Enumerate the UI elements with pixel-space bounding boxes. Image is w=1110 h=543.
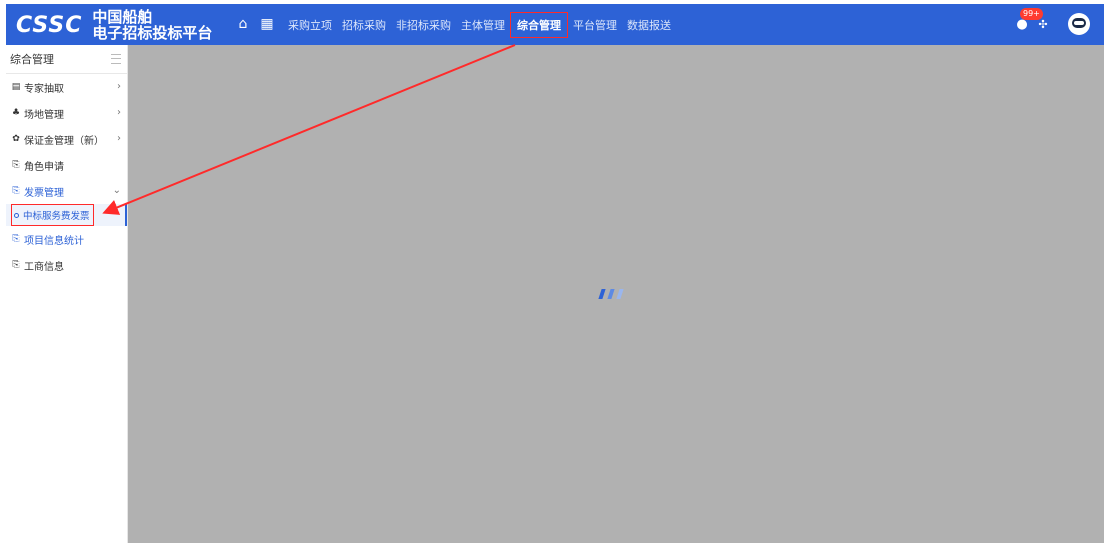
nav-item-comprehensive-management[interactable]: 综合管理 xyxy=(510,11,568,38)
chevron-down-icon: ⌄ xyxy=(112,185,121,196)
chevron-right-icon: › xyxy=(117,81,121,92)
nav-item-platform-management[interactable]: 平台管理 xyxy=(573,17,617,33)
doc-icon: ⎘ xyxy=(12,160,20,170)
spinner-bar-3 xyxy=(616,289,624,299)
logo-title: 中国船舶 电子招标投标平台 xyxy=(92,9,212,41)
cssc-logo-mark: CSSC xyxy=(16,12,83,38)
sidebar-item-project-statistics[interactable]: ⎘ 项目信息统计 xyxy=(6,226,127,252)
nav-item-entity-management[interactable]: 主体管理 xyxy=(461,17,505,33)
sidebar-item-label: 场地管理 xyxy=(24,109,64,121)
menu-collapse-icon[interactable] xyxy=(111,54,121,64)
chevron-right-icon: › xyxy=(117,107,121,118)
sidebar-item-label: 保证金管理（新） xyxy=(24,135,104,147)
id-card-icon: ▤ xyxy=(11,82,21,92)
app-window: CSSC 中国船舶 电子招标投标平台 ⌂ ▦ 采购立项 招标采购 非招标采购 主… xyxy=(6,4,1104,543)
sidebar-item-venue-management[interactable]: ♣ 场地管理 › xyxy=(6,100,127,126)
spinner-bar-2 xyxy=(607,289,615,299)
nav-item-procurement-setup[interactable]: 采购立项 xyxy=(288,17,332,33)
doc-icon: ⎘ xyxy=(12,260,20,270)
sidebar-item-label: 发票管理 xyxy=(24,187,64,199)
top-header: CSSC 中国船舶 电子招标投标平台 ⌂ ▦ 采购立项 招标采购 非招标采购 主… xyxy=(6,4,1104,45)
chevron-right-icon: › xyxy=(117,133,121,144)
header-tools: ● 99+ ✣ xyxy=(1012,8,1090,36)
sidebar-item-business-info[interactable]: ⎘ 工商信息 xyxy=(6,252,127,278)
logo-title-line1: 中国船舶 xyxy=(92,8,153,26)
home-icon[interactable]: ⌂ xyxy=(234,15,252,33)
sidebar-item-role-application[interactable]: ⎘ 角色申请 xyxy=(6,152,127,178)
doc-icon: ⎘ xyxy=(12,234,20,244)
top-nav: 采购立项 招标采购 非招标采购 主体管理 综合管理 平台管理 数据报送 xyxy=(288,4,681,45)
user-avatar-icon[interactable] xyxy=(1068,13,1090,35)
sidebar-item-label: 专家抽取 xyxy=(24,83,64,95)
apps-grid-icon[interactable]: ▦ xyxy=(258,15,276,33)
sidebar-item-label: 角色申请 xyxy=(24,161,64,173)
spinner-bar-1 xyxy=(598,289,606,299)
sidebar: 综合管理 ▤ 专家抽取 › ♣ 场地管理 › ✿ 保证金管理（新） › ⎘ 角色… xyxy=(6,45,128,543)
venue-icon: ♣ xyxy=(11,108,21,118)
platform-logo[interactable]: CSSC 中国船舶 电子招标投标平台 xyxy=(16,8,212,42)
gears-icon: ✿ xyxy=(12,134,20,144)
sidebar-item-label: 工商信息 xyxy=(24,261,64,273)
doc-icon: ⎘ xyxy=(12,186,20,196)
loading-spinner xyxy=(598,289,627,299)
sidebar-subitem-winning-service-fee-invoice[interactable]: 中标服务费发票 xyxy=(6,204,127,226)
bell-icon[interactable]: ● 99+ xyxy=(1012,8,1043,34)
sidebar-item-label: 项目信息统计 xyxy=(24,235,84,247)
sidebar-item-invoice-management[interactable]: ⎘ 发票管理 ⌄ xyxy=(6,178,127,204)
sidebar-item-expert-draw[interactable]: ▤ 专家抽取 › xyxy=(6,74,127,100)
nav-item-tender-procurement[interactable]: 招标采购 xyxy=(342,17,386,33)
nav-item-data-report[interactable]: 数据报送 xyxy=(627,17,671,33)
notification-badge: 99+ xyxy=(1020,8,1043,20)
logo-title-line2: 电子招标投标平台 xyxy=(92,24,213,42)
sidebar-item-deposit-management[interactable]: ✿ 保证金管理（新） › xyxy=(6,126,127,152)
nav-item-non-tender-procurement[interactable]: 非招标采购 xyxy=(396,17,451,33)
sidebar-header: 综合管理 xyxy=(6,45,127,74)
annotation-highlight-box xyxy=(11,204,94,226)
sidebar-title: 综合管理 xyxy=(10,53,54,66)
